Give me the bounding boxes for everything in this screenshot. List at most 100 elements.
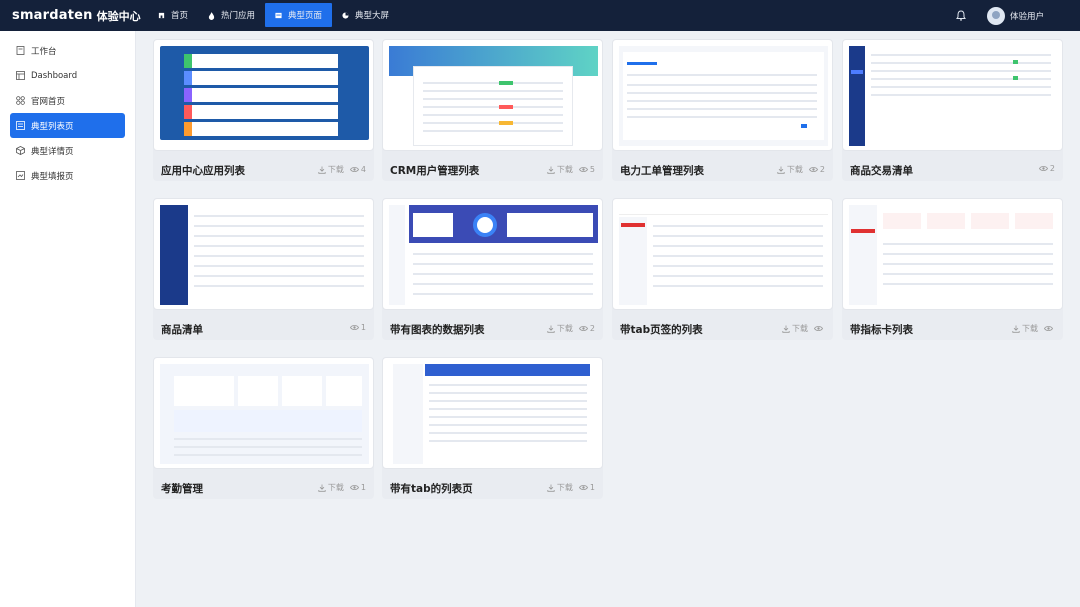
- card-title: 应用中心应用列表: [161, 165, 245, 177]
- workbench-icon: [16, 46, 25, 55]
- download-icon: [547, 166, 555, 174]
- views-label: 5: [589, 165, 595, 174]
- card-meta: 1: [344, 323, 366, 332]
- card-thumbnail[interactable]: [612, 39, 833, 151]
- card-thumbnail[interactable]: [382, 198, 603, 310]
- sidebar-item-workbench[interactable]: 工作台: [10, 38, 125, 63]
- views-count: 2: [808, 165, 825, 174]
- eye-icon: [808, 167, 818, 172]
- eye-icon: [1038, 166, 1048, 171]
- download-button[interactable]: 下载: [547, 482, 573, 493]
- template-card[interactable]: 应用中心应用列表 下载 4: [153, 39, 374, 181]
- bell-icon[interactable]: [953, 8, 969, 24]
- card-title: CRM用户管理列表: [390, 165, 480, 177]
- user-name[interactable]: 体验用户: [1010, 10, 1044, 22]
- card-meta: 下载 1: [312, 482, 366, 493]
- sidebar-item-dashboard[interactable]: Dashboard: [10, 63, 125, 88]
- views-label: 2: [589, 324, 595, 333]
- card-meta: 下载 2: [541, 323, 595, 334]
- views-label: 2: [819, 165, 825, 174]
- card-title: 带指标卡列表: [850, 324, 913, 336]
- eye-icon: [578, 326, 588, 331]
- download-icon: [1012, 325, 1020, 333]
- topbar-right: 体验用户: [953, 0, 1044, 31]
- nav-item-hot-apps[interactable]: 热门应用: [198, 3, 265, 27]
- card-thumbnail[interactable]: [153, 357, 374, 469]
- page-icon: [275, 12, 282, 19]
- sidebar-item-label: 官网首页: [31, 96, 66, 107]
- card-title: 带有图表的数据列表: [390, 324, 485, 336]
- sidebar-item-typical-detail[interactable]: 典型详情页: [10, 138, 125, 163]
- download-button[interactable]: 下载: [782, 323, 808, 334]
- card-title: 电力工单管理列表: [620, 165, 704, 177]
- brand-logo: smardaten: [12, 8, 93, 23]
- list-icon: [16, 121, 25, 130]
- card-thumbnail[interactable]: [842, 39, 1063, 151]
- sidebar-item-label: 典型列表页: [31, 121, 74, 132]
- template-card[interactable]: 带有图表的数据列表 下载 2: [382, 198, 603, 340]
- nav-label: 典型页面: [288, 11, 323, 21]
- sidebar-item-typical-list[interactable]: 典型列表页: [10, 113, 125, 138]
- download-label: 下载: [327, 483, 344, 492]
- brand[interactable]: smardaten 体验中心: [0, 8, 148, 24]
- nav-item-typical-screens[interactable]: 典型大屏: [332, 3, 399, 27]
- views-count: 2: [1038, 164, 1055, 173]
- card-title: 商品交易清单: [850, 165, 913, 177]
- card-thumbnail[interactable]: [153, 39, 374, 151]
- card-thumbnail[interactable]: [612, 198, 833, 310]
- download-label: 下载: [327, 165, 344, 174]
- template-card[interactable]: 带tab页签的列表 下载: [612, 198, 833, 340]
- download-button[interactable]: 下载: [318, 164, 344, 175]
- card-thumbnail[interactable]: [382, 357, 603, 469]
- views-label: 1: [589, 483, 595, 492]
- download-icon: [547, 484, 555, 492]
- card-meta: 下载 4: [312, 164, 366, 175]
- download-label: 下载: [556, 324, 573, 333]
- download-button[interactable]: 下载: [547, 323, 573, 334]
- download-icon: [318, 166, 326, 174]
- sidebar-item-official-home[interactable]: 官网首页: [10, 88, 125, 113]
- download-label: 下载: [1022, 324, 1038, 333]
- cube-icon: [16, 146, 25, 155]
- card-title: 带有tab的列表页: [390, 483, 473, 495]
- screen-icon: [342, 11, 349, 19]
- views-count: 5: [578, 165, 595, 174]
- home-icon: [158, 12, 165, 19]
- card-meta: 下载: [776, 323, 825, 334]
- views-count: [814, 325, 825, 332]
- sidebar: 工作台 Dashboard 官网首页 典型列表页 典型详情页 典型填报页: [0, 31, 136, 607]
- eye-icon: [349, 325, 359, 330]
- card-thumbnail[interactable]: [382, 39, 603, 151]
- template-card[interactable]: 带有tab的列表页 下载 1: [382, 357, 603, 499]
- card-title: 商品清单: [161, 324, 203, 336]
- template-card[interactable]: 商品清单 1: [153, 198, 374, 340]
- sidebar-item-label: 典型填报页: [31, 171, 74, 182]
- card-meta: 2: [1033, 164, 1055, 173]
- download-icon: [318, 484, 326, 492]
- download-icon: [782, 325, 790, 333]
- sidebar-item-label: 典型详情页: [31, 146, 74, 157]
- grid-icon: [16, 96, 25, 105]
- views-count: 1: [349, 483, 366, 492]
- card-thumbnail[interactable]: [153, 198, 374, 310]
- download-button[interactable]: 下载: [777, 164, 803, 175]
- nav-label: 首页: [171, 11, 189, 21]
- template-card[interactable]: 电力工单管理列表 下载 2: [612, 39, 833, 181]
- avatar[interactable]: [986, 6, 1005, 25]
- download-label: 下载: [792, 324, 808, 333]
- template-card[interactable]: 商品交易清单 2: [842, 39, 1063, 181]
- download-button[interactable]: 下载: [1012, 323, 1038, 334]
- sidebar-item-label: Dashboard: [31, 70, 78, 81]
- card-thumbnail[interactable]: [842, 198, 1063, 310]
- dashboard-icon: [16, 71, 25, 80]
- template-card[interactable]: 带指标卡列表 下载: [842, 198, 1063, 340]
- nav-label: 热门应用: [221, 11, 256, 21]
- nav-item-typical-pages[interactable]: 典型页面: [265, 3, 333, 27]
- nav-item-home[interactable]: 首页: [148, 3, 198, 27]
- template-card[interactable]: CRM用户管理列表 下载 5: [382, 39, 603, 181]
- download-button[interactable]: 下载: [547, 164, 573, 175]
- views-count: 4: [349, 165, 366, 174]
- template-card[interactable]: 考勤管理 下载 1: [153, 357, 374, 499]
- download-button[interactable]: 下载: [318, 482, 344, 493]
- sidebar-item-typical-form[interactable]: 典型填报页: [10, 163, 125, 188]
